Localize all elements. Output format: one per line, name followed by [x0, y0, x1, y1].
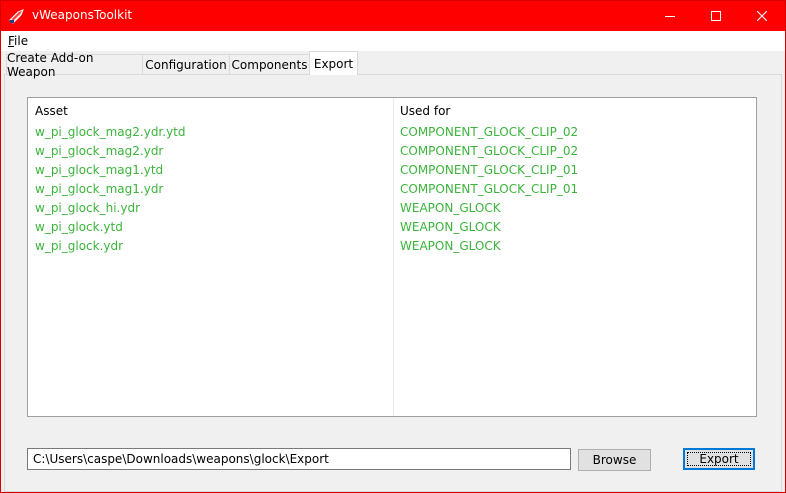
tab-export[interactable]: Export: [309, 51, 358, 75]
minimize-button[interactable]: [647, 1, 693, 31]
menu-file-label-rest: ile: [14, 34, 29, 48]
used-for-cell: WEAPON_GLOCK: [400, 239, 501, 253]
maximize-icon: [711, 11, 721, 21]
used-for-cell: COMPONENT_GLOCK_CLIP_01: [400, 182, 579, 196]
list-item[interactable]: w_pi_glock_mag2.ydr COMPONENT_GLOCK_CLIP…: [28, 142, 756, 161]
asset-cell: w_pi_glock.ytd: [35, 220, 123, 234]
asset-cell: w_pi_glock_mag2.ydr: [35, 144, 164, 158]
used-for-cell: COMPONENT_GLOCK_CLIP_01: [400, 163, 579, 177]
used-for-cell: COMPONENT_GLOCK_CLIP_02: [400, 125, 579, 139]
used-for-cell: WEAPON_GLOCK: [400, 201, 501, 215]
window-title: vWeaponsToolkit: [32, 8, 133, 22]
menu-file[interactable]: File: [8, 34, 28, 48]
asset-list-view[interactable]: Asset Used for w_pi_glock_mag2.ydr.ytd C…: [27, 97, 757, 417]
tab-components[interactable]: Components: [229, 54, 310, 74]
asset-cell: w_pi_glock.ydr: [35, 239, 124, 253]
list-item[interactable]: w_pi_glock.ydr WEAPON_GLOCK: [28, 237, 756, 256]
menu-bar: File: [1, 31, 785, 51]
tab-strip: Create Add-on Weapon Configuration Compo…: [1, 51, 785, 79]
column-header-used-for[interactable]: Used for: [400, 104, 450, 118]
close-icon: [757, 11, 767, 21]
tab-create-addon-weapon[interactable]: Create Add-on Weapon: [6, 51, 143, 79]
list-item[interactable]: w_pi_glock_mag1.ydr COMPONENT_GLOCK_CLIP…: [28, 180, 756, 199]
focus-rect: [687, 452, 751, 466]
asset-cell: w_pi_glock_mag1.ytd: [35, 163, 164, 177]
app-window: vWeaponsToolkit File Create Add-on Weapo…: [0, 0, 786, 493]
column-header-asset[interactable]: Asset: [35, 104, 68, 118]
list-item[interactable]: w_pi_glock_hi.ydr WEAPON_GLOCK: [28, 199, 756, 218]
used-for-cell: WEAPON_GLOCK: [400, 220, 501, 234]
list-item[interactable]: w_pi_glock_mag1.ytd COMPONENT_GLOCK_CLIP…: [28, 161, 756, 180]
browse-button[interactable]: Browse: [578, 449, 651, 471]
asset-cell: w_pi_glock_hi.ydr: [35, 201, 141, 215]
list-item[interactable]: w_pi_glock.ytd WEAPON_GLOCK: [28, 218, 756, 237]
asset-cell: w_pi_glock_mag2.ydr.ytd: [35, 125, 186, 139]
export-button[interactable]: Export: [683, 448, 755, 470]
weapon-app-icon: [9, 8, 25, 24]
list-item[interactable]: w_pi_glock_mag2.ydr.ytd COMPONENT_GLOCK_…: [28, 123, 756, 142]
title-bar[interactable]: vWeaponsToolkit: [1, 1, 785, 31]
asset-cell: w_pi_glock_mag1.ydr: [35, 182, 164, 196]
maximize-button[interactable]: [693, 1, 739, 31]
minimize-icon: [665, 16, 675, 17]
export-path-input[interactable]: [27, 448, 571, 470]
tab-configuration[interactable]: Configuration: [142, 54, 230, 74]
close-button[interactable]: [739, 1, 785, 31]
used-for-cell: COMPONENT_GLOCK_CLIP_02: [400, 144, 579, 158]
